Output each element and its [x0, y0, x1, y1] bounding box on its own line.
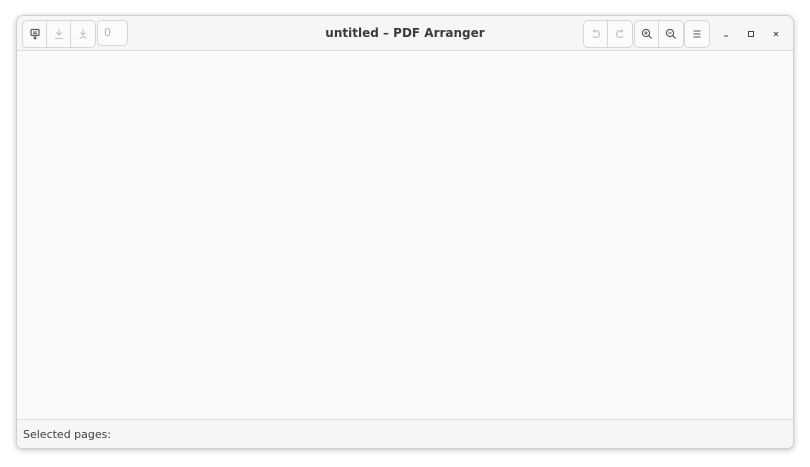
status-bar: Selected pages:	[17, 419, 793, 448]
zoom-in-icon	[641, 28, 653, 40]
file-button-group	[22, 20, 96, 48]
selected-pages-label: Selected pages:	[23, 428, 112, 441]
zoom-out-icon	[665, 28, 677, 40]
undo-button[interactable]	[584, 21, 608, 47]
zoom-in-button[interactable]	[635, 21, 659, 47]
menu-button-group	[684, 20, 710, 48]
undo-icon	[590, 28, 602, 40]
redo-button[interactable]	[608, 21, 632, 47]
maximize-icon	[746, 24, 756, 43]
minimize-button[interactable]	[718, 25, 734, 41]
zoom-button-group	[634, 20, 684, 48]
save-icon	[53, 28, 65, 40]
zoom-out-button[interactable]	[659, 21, 683, 47]
close-button[interactable]	[768, 25, 784, 41]
document-open-icon	[29, 28, 41, 40]
pages-view[interactable]	[17, 51, 793, 419]
app-window: 0 untitled – PDF Arranger Selected pages…	[16, 15, 794, 449]
maximize-button[interactable]	[743, 25, 759, 41]
save-button[interactable]	[47, 21, 71, 47]
save-as-button[interactable]	[71, 21, 95, 47]
page-number-entry[interactable]: 0	[97, 20, 128, 46]
minimize-icon	[721, 24, 731, 43]
main-menu-button[interactable]	[685, 21, 709, 47]
save-as-icon	[77, 28, 89, 40]
history-button-group	[583, 20, 633, 48]
redo-icon	[614, 28, 626, 40]
hamburger-menu-icon	[691, 28, 703, 40]
open-document-button[interactable]	[23, 21, 47, 47]
close-icon	[771, 24, 781, 43]
header-bar: 0 untitled – PDF Arranger	[17, 16, 793, 51]
